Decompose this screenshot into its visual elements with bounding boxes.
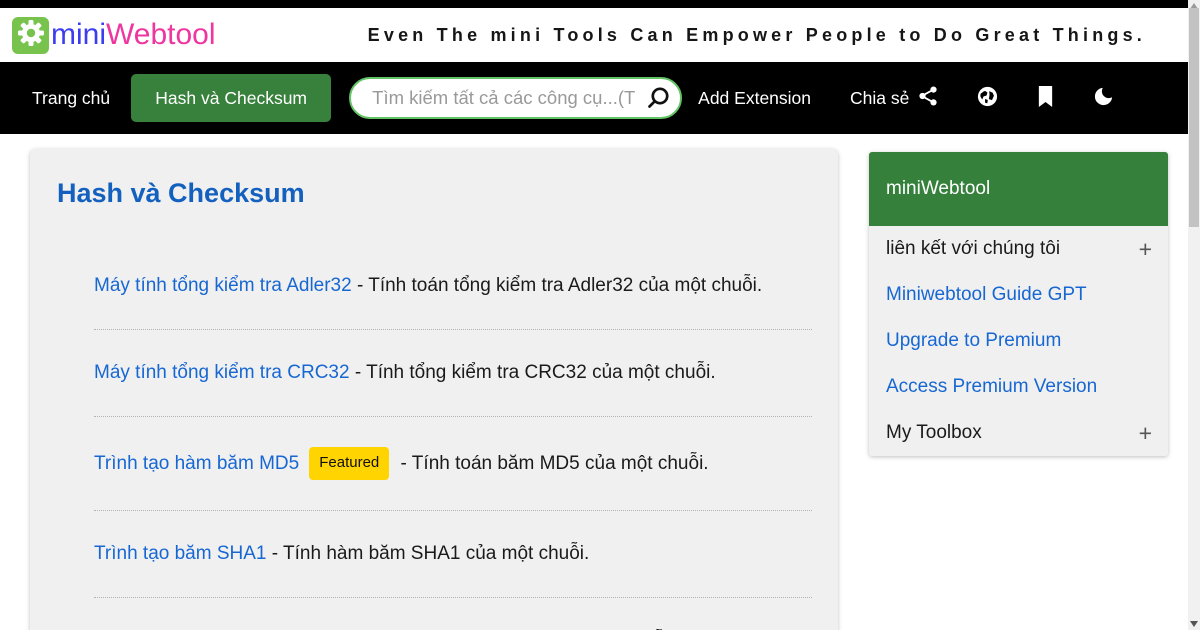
search-button[interactable] [644, 84, 672, 112]
sidebar: miniWebtool liên kết với chúng tôi + Min… [869, 152, 1168, 456]
sidebar-item[interactable]: My Toolbox + [869, 410, 1168, 456]
search-input[interactable] [349, 77, 683, 119]
tool-list-item: Máy tính tổng kiểm tra Adler32 - Tính to… [94, 243, 812, 330]
sidebar-item-label: Miniwebtool Guide GPT [886, 284, 1087, 305]
scrollbar-down-arrow-icon[interactable] [1190, 621, 1198, 627]
expand-plus-icon[interactable]: + [1139, 420, 1152, 447]
nav-active-category-button[interactable]: Hash và Checksum [131, 74, 332, 122]
tool-link[interactable]: Trình tạo hàm băm MD5 [94, 453, 299, 474]
scrollbar-thumb[interactable] [1189, 8, 1199, 227]
search-bar [349, 77, 683, 119]
page-title: Hash và Checksum [57, 178, 305, 208]
tool-description: - Tính tổng kiểm tra CRC32 của một chuỗi… [354, 362, 716, 383]
tool-list-item: Trình tạo hàm băm MD5 Featured - Tính toá… [94, 417, 812, 511]
share-icon [917, 85, 939, 112]
nav-add-extension-link[interactable]: Add Extension [698, 88, 811, 109]
site-header: miniWebtool Even The mini Tools Can Empo… [0, 8, 1188, 62]
tool-list-item: Trình tạo hàm băm SHA224 - Tính hàm băm … [94, 598, 812, 630]
sidebar-item-label: Upgrade to Premium [886, 330, 1062, 351]
dark-mode-toggle[interactable] [1092, 85, 1115, 111]
search-icon [645, 87, 672, 114]
content-card: Hash và Checksum Máy tính tổng kiểm tra … [30, 149, 838, 630]
sidebar-item-label: liên kết với chúng tôi [886, 238, 1061, 259]
sidebar-item[interactable]: liên kết với chúng tôi + [869, 226, 1168, 272]
tool-description: - Tính hàm băm SHA1 của một chuỗi. [271, 543, 590, 564]
expand-plus-icon[interactable]: + [1139, 236, 1152, 263]
moon-icon [1092, 85, 1115, 111]
tool-description: - Tính toán băm MD5 của một chuỗi. [400, 453, 709, 474]
featured-badge: Featured [309, 447, 390, 480]
logo-text-mini: mini [51, 18, 107, 51]
share-button[interactable]: Chia sẻ [850, 85, 939, 112]
sidebar-item-label: My Toolbox [886, 422, 982, 443]
site-slogan: Even The mini Tools Can Empower People t… [367, 24, 1146, 45]
gear-icon [15, 17, 47, 54]
sidebar-item[interactable]: Access Premium Version [869, 364, 1168, 410]
sidebar-item[interactable]: Miniwebtool Guide GPT [869, 272, 1168, 318]
bookmark-button[interactable] [1036, 85, 1055, 111]
share-label: Chia sẻ [850, 87, 910, 108]
tool-link[interactable]: Trình tạo băm SHA1 [94, 543, 266, 564]
sidebar-header: miniWebtool [869, 152, 1168, 226]
language-button[interactable] [976, 85, 999, 111]
logo-text-webtool: Webtool [106, 18, 216, 51]
tool-list-item: Trình tạo băm SHA1 - Tính hàm băm SHA1 c… [94, 511, 812, 598]
sidebar-item[interactable]: Upgrade to Premium [869, 318, 1168, 364]
site-logo[interactable]: miniWebtool [12, 16, 216, 54]
tool-link[interactable]: Máy tính tổng kiểm tra Adler32 [94, 275, 352, 296]
main-nav: Trang chủ Hash và Checksum Add Extension… [0, 62, 1188, 134]
tool-list: Máy tính tổng kiểm tra Adler32 - Tính to… [94, 243, 812, 630]
logo-gear-box [12, 16, 49, 54]
sidebar-item-label: Access Premium Version [886, 376, 1098, 397]
tool-description: - Tính toán tổng kiểm tra Adler32 của mộ… [356, 275, 763, 296]
nav-home-link[interactable]: Trang chủ [32, 88, 110, 109]
tool-link[interactable]: Máy tính tổng kiểm tra CRC32 [94, 362, 350, 383]
vertical-scrollbar[interactable] [1188, 0, 1200, 630]
globe-icon [976, 85, 999, 111]
bookmark-icon [1036, 85, 1055, 111]
tool-list-item: Máy tính tổng kiểm tra CRC32 - Tính tổng… [94, 330, 812, 417]
top-border-strip [0, 0, 1188, 8]
sidebar-items: liên kết với chúng tôi + Miniwebtool Gui… [869, 226, 1168, 456]
logo-text: miniWebtool [51, 20, 216, 50]
